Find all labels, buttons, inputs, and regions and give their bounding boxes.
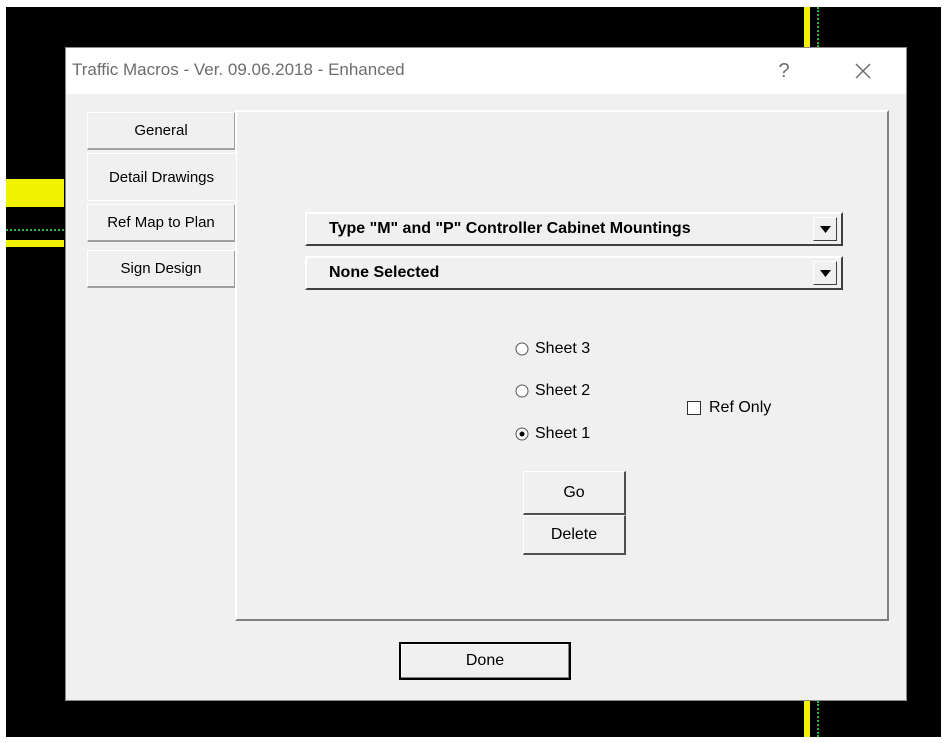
- cad-yellow-line-left-upper: [6, 179, 64, 207]
- cad-dotted-line-top: [817, 7, 819, 47]
- tab-general[interactable]: General: [87, 112, 236, 150]
- tab-label: General: [134, 122, 188, 139]
- delete-button[interactable]: Delete: [523, 515, 626, 555]
- radio-unselected-icon[interactable]: [515, 342, 529, 356]
- done-button-label: Done: [465, 652, 505, 669]
- radio-sheet-2[interactable]: Sheet 2: [515, 382, 590, 400]
- detail-dropdown-button[interactable]: [813, 261, 837, 285]
- tab-label: Detail Drawings: [108, 168, 215, 186]
- title-bar[interactable]: Traffic Macros - Ver. 09.06.2018 - Enhan…: [66, 48, 906, 94]
- chevron-down-icon: [820, 270, 831, 277]
- ref-only-label: Ref Only: [709, 399, 772, 416]
- tab-sign-design[interactable]: Sign Design: [87, 250, 236, 288]
- go-button[interactable]: Go: [523, 471, 626, 515]
- ref-only-checkbox-row[interactable]: Ref Only: [687, 399, 771, 417]
- delete-button-label: Delete: [550, 525, 598, 543]
- go-button-label: Go: [563, 483, 585, 501]
- cad-yellow-line-bottom: [804, 701, 810, 737]
- tab-label: Ref Map to Plan: [107, 214, 215, 231]
- radio-selected-icon[interactable]: [515, 427, 529, 441]
- detail-dropdown[interactable]: None Selected: [305, 256, 843, 290]
- radio-unselected-icon[interactable]: [515, 384, 529, 398]
- category-dropdown-button[interactable]: [813, 217, 837, 241]
- tab-label: Sign Design: [120, 260, 202, 277]
- dialog-title: Traffic Macros - Ver. 09.06.2018 - Enhan…: [72, 60, 405, 79]
- cad-yellow-line-left-lower: [6, 240, 64, 247]
- traffic-macros-dialog: Traffic Macros - Ver. 09.06.2018 - Enhan…: [65, 47, 907, 701]
- tab-detail-drawings[interactable]: Detail Drawings: [87, 153, 236, 201]
- tab-ref-map-to-plan[interactable]: Ref Map to Plan: [87, 204, 236, 242]
- category-dropdown[interactable]: Type "M" and "P" Controller Cabinet Moun…: [305, 212, 843, 246]
- help-button[interactable]: ?: [774, 56, 794, 86]
- detail-dropdown-value: None Selected: [329, 264, 440, 281]
- close-icon: [855, 63, 871, 79]
- done-button[interactable]: Done: [399, 642, 571, 680]
- radio-sheet-1[interactable]: Sheet 1: [515, 425, 590, 443]
- category-dropdown-value: Type "M" and "P" Controller Cabinet Moun…: [329, 220, 691, 237]
- ref-only-checkbox[interactable]: [687, 401, 701, 415]
- chevron-down-icon: [820, 226, 831, 233]
- radio-sheet-3[interactable]: Sheet 3: [515, 340, 590, 358]
- close-button[interactable]: [846, 54, 880, 88]
- radio-label: Sheet 3: [535, 340, 591, 357]
- cad-dotted-line-bottom: [817, 701, 819, 737]
- cad-dotted-line-left: [6, 229, 64, 231]
- cad-yellow-line-top: [804, 7, 810, 47]
- radio-label: Sheet 1: [535, 425, 591, 442]
- radio-label: Sheet 2: [535, 382, 591, 399]
